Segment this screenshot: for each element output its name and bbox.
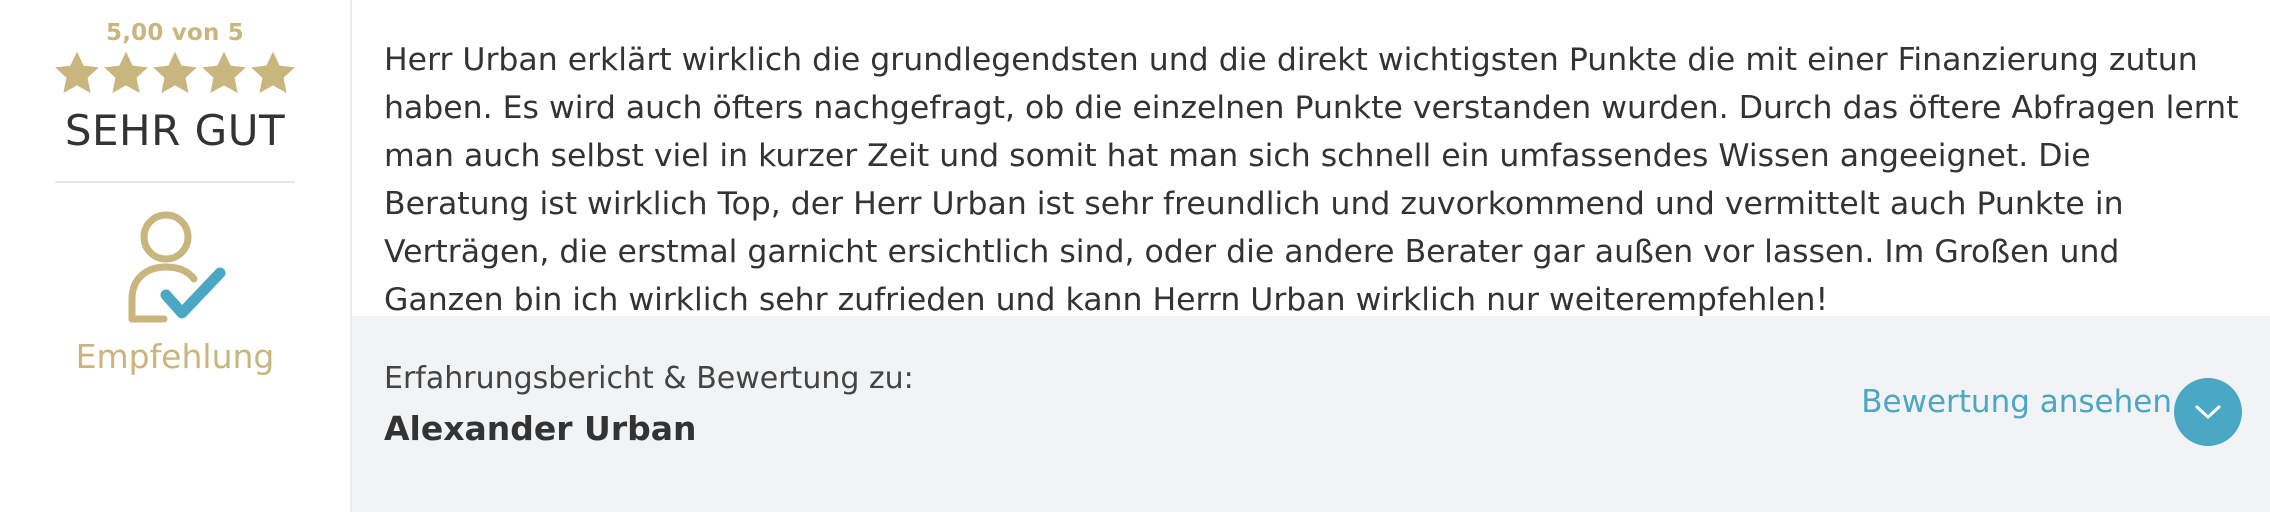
rating-score: 5,00 von 5 (106, 20, 244, 46)
view-review-link[interactable]: Bewertung ansehen (1861, 384, 2172, 420)
reviewed-person-name: Alexander Urban (384, 409, 697, 448)
star-icon (202, 51, 246, 93)
review-footer: Erfahrungsbericht & Bewertung zu: Alexan… (352, 316, 2270, 512)
user-check-icon (120, 207, 230, 327)
reviewed-subject-label: Erfahrungsbericht & Bewertung zu: (384, 361, 914, 396)
recommendation-label: Empfehlung (75, 337, 275, 376)
star-rating (53, 50, 297, 96)
review-content: Herr Urban erklärt wirklich die grundleg… (352, 0, 2270, 512)
star-icon (251, 51, 295, 93)
review-text: Herr Urban erklärt wirklich die grundleg… (384, 42, 2239, 318)
star-icon (104, 51, 148, 93)
star-icon (55, 51, 99, 93)
review-body: Herr Urban erklärt wirklich die grundleg… (352, 0, 2270, 318)
divider (55, 181, 295, 183)
rating-word: SEHR GUT (64, 106, 286, 155)
review-card: 5,00 von 5 SEHR GUT Empfehlung Herr Urba… (0, 0, 2270, 512)
star-icon (153, 51, 197, 93)
rating-panel: 5,00 von 5 SEHR GUT Empfehlung (0, 0, 352, 512)
view-review-button[interactable] (2174, 378, 2242, 446)
chevron-down-icon (2195, 405, 2221, 419)
